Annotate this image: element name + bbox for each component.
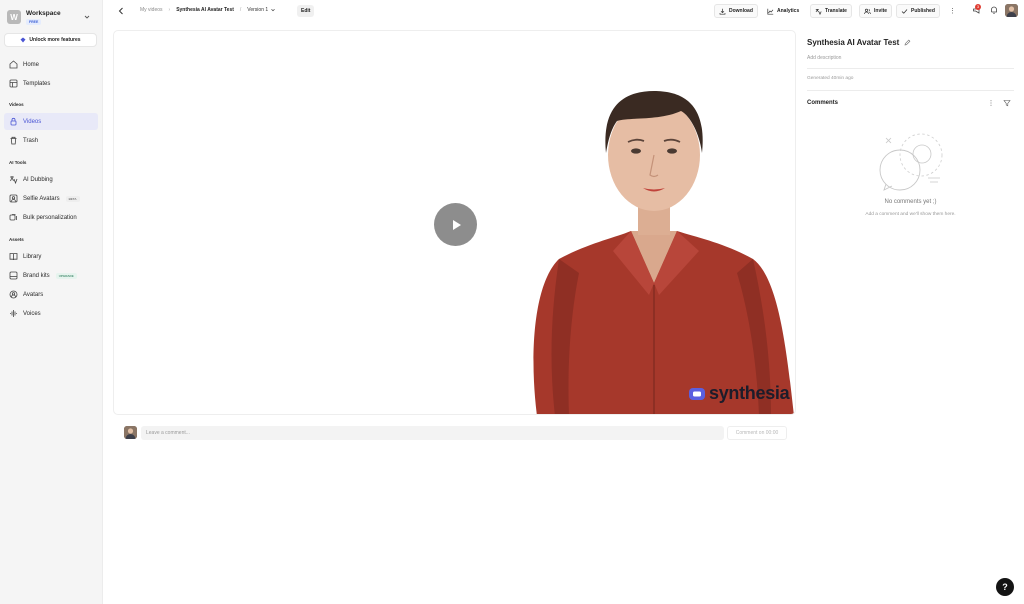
unlock-label: Unlock more features (29, 37, 81, 43)
workspace-name: Workspace (26, 9, 61, 17)
back-arrow-icon[interactable] (116, 6, 126, 16)
video-title: Synthesia AI Avatar Test (807, 38, 900, 47)
empty-comments-subtitle: Add a comment and we'll show them here. (865, 212, 956, 217)
brand-kit-icon (9, 271, 18, 280)
sidebar-item-label: Voices (23, 310, 41, 317)
more-vertical-icon[interactable] (987, 99, 995, 107)
sidebar-item-label: Bulk personalization (23, 214, 77, 221)
invite-button[interactable]: Invite (859, 4, 893, 18)
sidebar-item-label: Brand kits (23, 272, 50, 279)
breadcrumb-my-videos[interactable]: My videos (140, 7, 163, 13)
edit-button[interactable]: Edit (297, 5, 315, 17)
diamond-icon (20, 37, 26, 43)
check-icon (901, 8, 908, 15)
trash-icon (9, 136, 18, 145)
published-button[interactable]: Published (896, 4, 940, 18)
breadcrumb: My videos › Synthesia AI Avatar Test / V… (140, 7, 276, 13)
download-label: Download (729, 8, 753, 14)
sidebar-item-label: Avatars (23, 291, 44, 298)
waveform-icon (9, 309, 18, 318)
sidebar: W Workspace FREE Unlock more features Ho… (0, 0, 103, 604)
translate-label: Translate (825, 8, 847, 14)
analytics-label: Analytics (777, 8, 800, 14)
comment-submit-button[interactable]: Comment on 00:00 (727, 426, 787, 440)
home-icon (9, 60, 18, 69)
watermark-text: synthesia (709, 383, 790, 403)
ai-avatar-image (533, 91, 794, 414)
breadcrumb-video-title: Synthesia AI Avatar Test (176, 7, 234, 13)
templates-icon (9, 79, 18, 88)
divider (807, 90, 1014, 91)
sidebar-item-brand-kits[interactable]: Brand kits UPGRADE (4, 267, 98, 284)
bulk-icon (9, 213, 18, 222)
sidebar-item-label: AI Dubbing (23, 176, 53, 183)
analytics-button[interactable]: Analytics (763, 4, 803, 18)
book-icon (9, 252, 18, 261)
dubbing-icon (9, 175, 18, 184)
sidebar-item-templates[interactable]: Templates (4, 75, 98, 92)
users-icon (864, 8, 871, 15)
sidebar-item-voices[interactable]: Voices (4, 305, 98, 322)
workspace-switcher[interactable]: W Workspace FREE (7, 7, 91, 27)
commenter-avatar (124, 426, 137, 439)
user-avatar[interactable] (1005, 4, 1018, 17)
chart-line-icon (767, 8, 774, 15)
invite-label: Invite (874, 8, 888, 14)
unlock-features-button[interactable]: Unlock more features (4, 33, 97, 47)
beta-badge: BETA (65, 195, 80, 202)
sidebar-item-videos[interactable]: Videos (4, 113, 98, 130)
sidebar-item-avatars[interactable]: Avatars (4, 286, 98, 303)
help-button[interactable]: ? (996, 578, 1014, 596)
video-title-panel: Synthesia AI Avatar Test (807, 38, 911, 47)
section-label-videos: Videos (9, 102, 24, 107)
play-button[interactable] (434, 203, 477, 246)
video-player[interactable]: synthesia (113, 30, 796, 415)
empty-comments-illustration (879, 133, 943, 191)
generated-timestamp: Generated 40min ago (807, 76, 854, 81)
sidebar-item-label: Trash (23, 137, 39, 144)
sidebar-item-label: Templates (23, 80, 51, 87)
download-icon (719, 8, 726, 15)
comments-heading: Comments (807, 100, 839, 106)
sidebar-item-library[interactable]: Library (4, 248, 98, 265)
published-label: Published (911, 8, 935, 14)
add-description-field[interactable]: Add description (807, 55, 841, 61)
pencil-icon[interactable] (904, 39, 911, 46)
notification-count-badge: 3 (975, 4, 981, 10)
sidebar-item-bulk-personalization[interactable]: Bulk personalization (4, 209, 98, 226)
synthesia-watermark: synthesia (688, 383, 790, 404)
plan-badge: FREE (26, 18, 42, 25)
top-bar: My videos › Synthesia AI Avatar Test / V… (103, 0, 1024, 22)
sidebar-item-ai-dubbing[interactable]: AI Dubbing (4, 171, 98, 188)
bell-icon[interactable] (989, 5, 999, 15)
comment-input[interactable] (141, 426, 724, 440)
section-label-assets: Assets (9, 237, 24, 242)
download-button[interactable]: Download (714, 4, 758, 18)
lock-icon (9, 117, 18, 126)
more-options-icon[interactable]: ⋮ (949, 7, 956, 15)
version-selector[interactable]: Version 1 (247, 7, 268, 13)
workspace-logo: W (7, 10, 21, 24)
sidebar-item-label: Library (23, 253, 42, 260)
sidebar-item-trash[interactable]: Trash (4, 132, 98, 149)
sidebar-item-label: Home (23, 61, 40, 68)
chevron-down-icon (83, 13, 91, 21)
avatar-icon (9, 290, 18, 299)
divider (807, 68, 1014, 69)
empty-comments-title: No comments yet ;) (884, 199, 937, 205)
upgrade-badge[interactable]: UPGRADE (55, 272, 77, 279)
sidebar-item-label: Videos (23, 118, 42, 125)
sidebar-item-selfie-avatars[interactable]: Selfie Avatars BETA (4, 190, 98, 207)
synthesia-logo-icon (688, 387, 706, 401)
translate-icon (815, 8, 822, 15)
translate-button[interactable]: Translate (810, 4, 852, 18)
filter-icon[interactable] (1003, 99, 1011, 107)
user-square-icon (9, 194, 18, 203)
play-icon (448, 217, 464, 233)
sidebar-item-home[interactable]: Home (4, 56, 98, 73)
section-label-ai-tools: AI Tools (9, 160, 27, 165)
chevron-down-icon[interactable] (270, 7, 276, 13)
sidebar-item-label: Selfie Avatars (23, 195, 60, 202)
